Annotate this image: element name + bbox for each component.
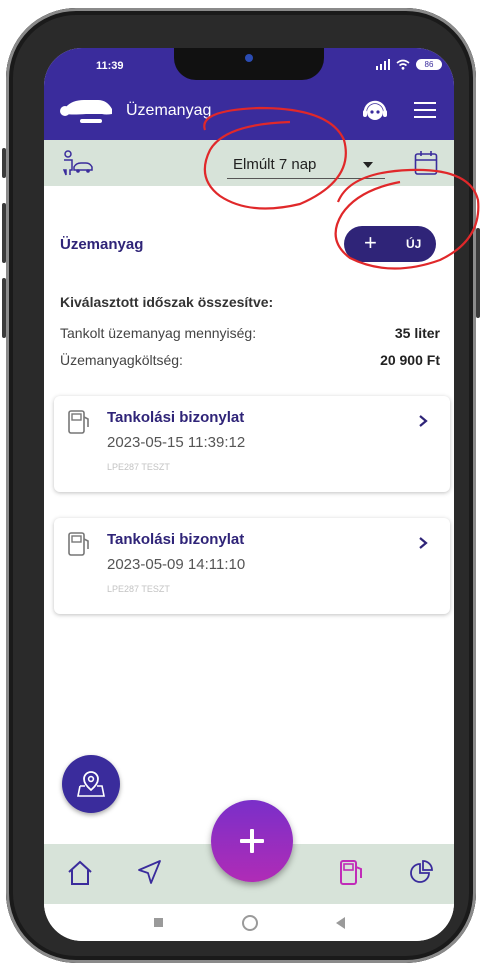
annotation-circle-period xyxy=(203,106,347,210)
annotation-circle-new xyxy=(334,168,480,270)
annotation-overlay xyxy=(203,106,480,270)
